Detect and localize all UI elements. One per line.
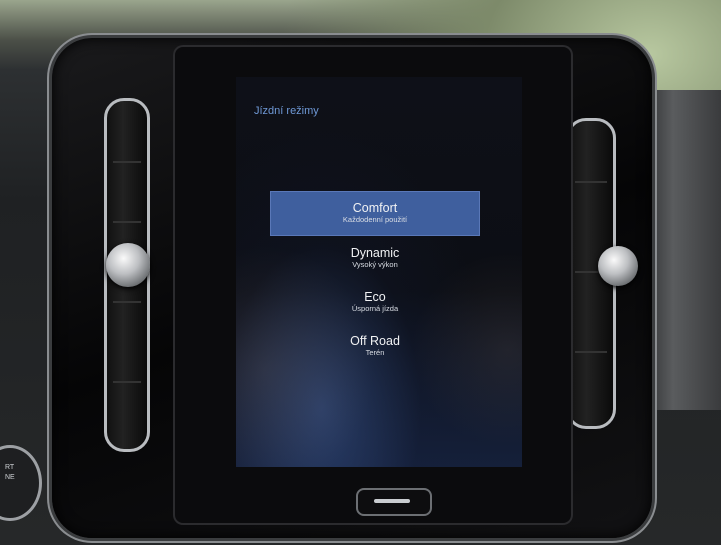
dashboard-panel xyxy=(641,90,721,410)
mode-comfort[interactable]: Comfort Každodenní použití xyxy=(270,191,480,236)
home-button[interactable] xyxy=(356,488,432,516)
start-button-text-2: NE xyxy=(5,474,15,481)
vent-knob-right[interactable] xyxy=(598,246,638,286)
mode-sublabel: Terén xyxy=(365,348,385,357)
touchscreen: Jízdní režimy Comfort Každodenní použití… xyxy=(236,77,522,467)
mode-off-road[interactable]: Off Road Terén xyxy=(270,324,480,368)
mode-label: Off Road xyxy=(350,334,400,348)
drive-mode-list: Comfort Každodenní použití Dynamic Vysok… xyxy=(270,191,480,368)
mode-label: Comfort xyxy=(352,201,398,215)
mode-label: Dynamic xyxy=(350,246,400,260)
mode-sublabel: Vysoký výkon xyxy=(352,260,398,269)
mode-dynamic[interactable]: Dynamic Vysoký výkon xyxy=(270,236,480,280)
home-bar-icon xyxy=(374,499,410,503)
mode-label: Eco xyxy=(364,290,386,304)
vent-knob-left[interactable] xyxy=(106,243,150,287)
mode-sublabel: Každodenní použití xyxy=(342,215,408,224)
mode-sublabel: Úsporná jízda xyxy=(351,304,399,313)
mode-eco[interactable]: Eco Úsporná jízda xyxy=(270,280,480,324)
start-button-text-1: RT xyxy=(5,464,15,471)
screen-title: Jízdní režimy xyxy=(254,105,319,117)
